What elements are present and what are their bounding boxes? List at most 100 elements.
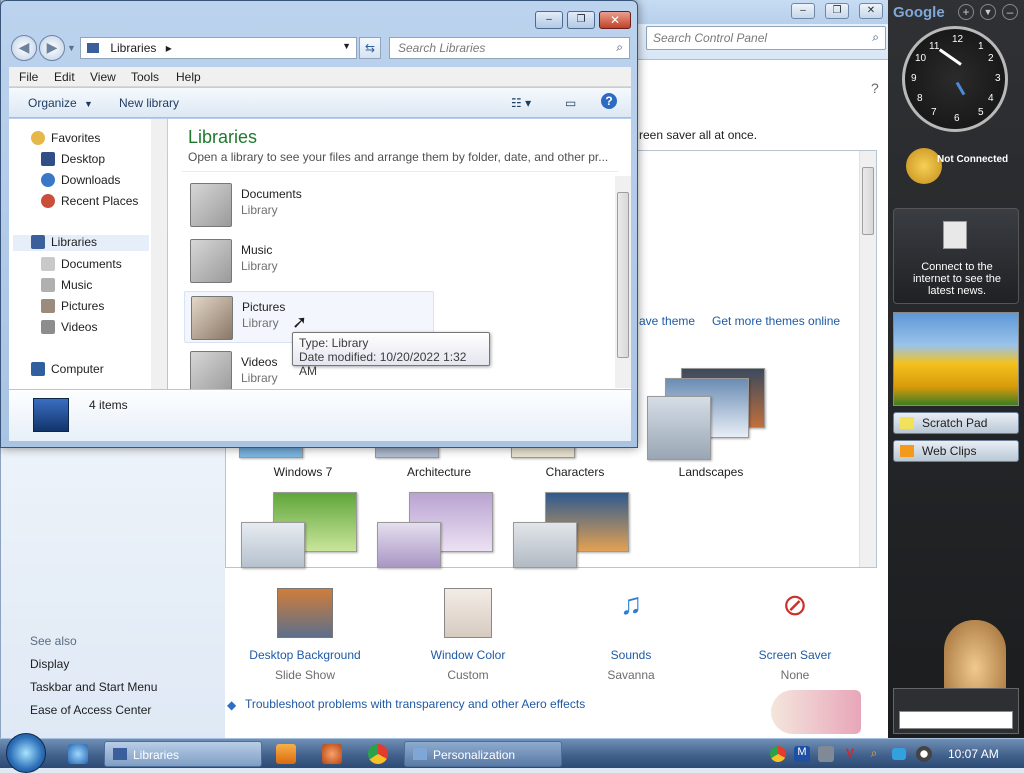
nav-desktop[interactable]: Desktop [41,152,105,168]
organize-button[interactable]: Organize ▼ [28,96,93,110]
cp-minimize-button[interactable]: – [791,3,815,19]
forward-button[interactable]: ▶ [39,35,65,61]
get-more-themes-link[interactable]: Get more themes online [712,314,840,328]
menu-view[interactable]: View [90,70,116,84]
theme-scenes-thumb[interactable] [377,522,441,568]
scroll-thumb[interactable] [617,192,629,358]
tray-m-icon[interactable]: M [794,746,810,762]
media-player-icon[interactable] [276,744,296,764]
tray-app-icon[interactable] [818,746,834,762]
recent-pages-chevron-icon[interactable]: ▼ [67,43,76,53]
theme-characters-label[interactable]: Characters [515,465,635,479]
sidebar-brand[interactable]: Google [893,4,945,21]
weather-status: Not Connected [937,154,1009,165]
tray-chrome-icon[interactable] [770,746,786,762]
taskbar-clock[interactable]: 10:07 AM [948,747,999,761]
see-also-ease-access-link[interactable]: Ease of Access Center [30,703,151,717]
tray-volume-icon[interactable] [916,746,932,762]
library-item-documents[interactable]: Documents Library [184,179,434,231]
taskbar-personalization-button[interactable]: Personalization [404,741,562,767]
troubleshoot-link[interactable]: Troubleshoot problems with transparency … [245,697,585,711]
desktop-background-title[interactable]: Desktop Background [235,648,375,662]
lib-minimize-button[interactable]: – [535,11,563,29]
lib-address-bar[interactable]: Libraries ▸ ▼ [80,37,357,59]
start-button[interactable] [6,733,46,773]
save-theme-link[interactable]: ave theme [639,314,695,328]
help-icon[interactable]: ? [601,93,617,109]
add-gadget-icon[interactable]: + [958,4,974,20]
screen-saver-item[interactable]: ⊘ Screen Saver None [725,588,865,682]
back-button[interactable]: ◀ [11,35,37,61]
nav-scrollbar[interactable] [151,119,167,389]
menu-tools[interactable]: Tools [131,70,159,84]
themes-scrollbar[interactable] [859,151,876,567]
theme-windows7-label[interactable]: Windows 7 [243,465,363,479]
news-gadget[interactable]: Connect to the internet to see the lates… [893,208,1019,304]
desktop-background-item[interactable]: Desktop Background Slide Show [235,588,375,682]
address-dropdown-icon[interactable]: ▼ [342,41,351,51]
cp-close-button[interactable]: ✕ [859,3,883,19]
see-also-display-link[interactable]: Display [30,657,69,671]
menu-file[interactable]: File [19,70,38,84]
search-icon[interactable]: ⌕ [616,40,623,55]
documents-library-icon [190,183,232,227]
window-color-title[interactable]: Window Color [398,648,538,662]
content-scrollbar[interactable] [615,176,631,388]
menu-help[interactable]: Help [176,70,201,84]
address-chevron-icon[interactable]: ▸ [166,41,172,55]
tray-v-icon[interactable]: V [842,746,858,762]
window-color-item[interactable]: Window Color Custom [398,588,538,682]
page-subtitle: Open a library to see your files and arr… [188,150,609,164]
theme-architecture-label[interactable]: Architecture [379,465,499,479]
clock-gadget[interactable]: 12 1 2 3 4 5 6 7 8 9 10 11 [902,26,1008,132]
internet-explorer-icon[interactable] [68,744,88,764]
nav-recent-places[interactable]: Recent Places [41,194,138,210]
nav-pictures[interactable]: Pictures [41,299,104,315]
view-options-icon[interactable]: ☷ ▾ [511,96,531,110]
web-clips-gadget[interactable]: Web Clips [893,440,1019,462]
gadget-search-input[interactable] [899,711,1013,729]
theme-nature-thumb[interactable] [241,522,305,568]
library-item-music[interactable]: Music Library [184,235,434,287]
paint-icon[interactable] [322,744,342,764]
tray-search-icon[interactable]: ⌕ [866,746,882,762]
nav-videos[interactable]: Videos [41,320,97,336]
chrome-icon[interactable] [368,744,388,764]
help-icon[interactable]: ? [871,80,879,96]
slideshow-image[interactable] [893,312,1019,406]
taskbar-libraries-button[interactable]: Libraries [104,741,262,767]
tooltip: Type: Library Date modified: 10/20/2022 … [292,332,490,378]
nav-libraries[interactable]: Libraries [13,235,149,251]
scratch-pad-gadget[interactable]: Scratch Pad [893,412,1019,434]
sounds-item[interactable]: ♫ Sounds Savanna [561,588,701,682]
nav-favorites[interactable]: Favorites [31,131,100,147]
refresh-button[interactable]: ⇆ [359,37,381,59]
clock-number-9: 9 [911,73,917,84]
sounds-title[interactable]: Sounds [561,648,701,662]
sidebar-close-icon[interactable]: – [1002,4,1018,20]
see-also-taskbar-link[interactable]: Taskbar and Start Menu [30,680,157,694]
nav-music-label: Music [61,278,93,292]
new-library-button[interactable]: New library [119,96,179,110]
screen-saver-title[interactable]: Screen Saver [725,648,865,662]
nav-downloads[interactable]: Downloads [41,173,120,189]
nav-documents[interactable]: Documents [41,257,122,273]
nav-music[interactable]: Music [41,278,92,294]
cp-maximize-button[interactable]: ❐ [825,3,849,19]
sidebar-options-icon[interactable]: ▼ [980,4,996,20]
preview-pane-icon[interactable]: ▭ [565,96,576,110]
cp-search-input[interactable]: Search Control Panel ⌕ [646,26,886,50]
menu-edit[interactable]: Edit [54,70,75,84]
theme-landscapes-thumb[interactable] [647,396,711,460]
theme-region-thumb[interactable] [513,522,577,568]
note-icon [900,417,914,429]
search-icon[interactable]: ⌕ [872,30,879,45]
lib-maximize-button[interactable]: ❐ [567,11,595,29]
theme-landscapes-label[interactable]: Landscapes [651,465,771,479]
lib-search-input[interactable]: Search Libraries ⌕ [389,37,630,59]
scroll-thumb[interactable] [862,167,874,235]
address-segment-libraries[interactable]: Libraries [110,41,156,55]
tray-display-icon[interactable] [892,748,906,760]
lib-close-button[interactable]: ✕ [599,11,631,29]
nav-computer[interactable]: Computer [31,362,104,378]
